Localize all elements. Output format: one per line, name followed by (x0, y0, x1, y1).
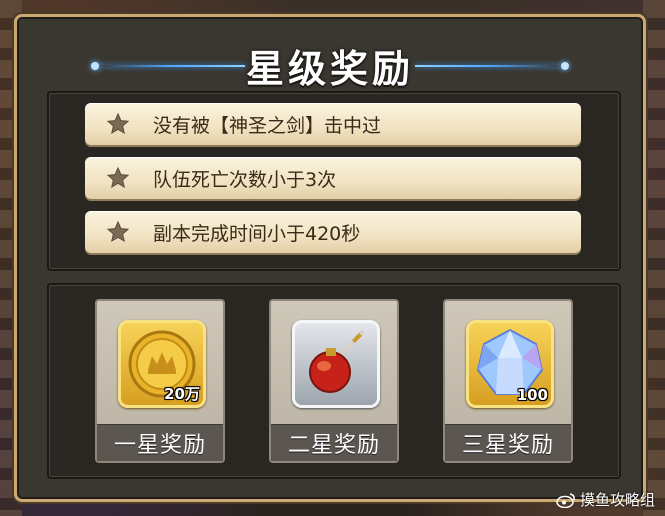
dialog-title: 星级奖励 (245, 46, 414, 91)
condition-row-1: 没有被【神圣之剑】击中过 (85, 103, 581, 145)
title-decor-line-right (415, 65, 565, 67)
reward-item-slot[interactable]: 20万 (118, 320, 206, 408)
condition-text: 队伍死亡次数小于3次 (153, 168, 337, 191)
reward-card-one-star[interactable]: 20万 一星奖励 (95, 299, 225, 463)
watermark: 摸鱼攻略组 (556, 489, 655, 510)
condition-text: 副本完成时间小于420秒 (153, 222, 361, 245)
reward-label: 一星奖励 (113, 433, 206, 458)
potion-flask-icon (309, 330, 364, 393)
condition-text: 没有被【神圣之剑】击中过 (153, 114, 382, 137)
reward-label-bar: 一星奖励 (97, 424, 223, 461)
watermark-text: 摸鱼攻略组 (579, 491, 655, 509)
condition-row-2: 队伍死亡次数小于3次 (85, 157, 581, 199)
reward-card-three-star[interactable]: 100 三星奖励 (443, 299, 573, 463)
reward-label: 三星奖励 (461, 433, 554, 458)
weibo-icon (556, 492, 575, 508)
reward-item-slot[interactable] (292, 320, 380, 408)
reward-label-bar: 三星奖励 (445, 424, 571, 461)
star-icon (105, 165, 131, 191)
condition-row-3: 副本完成时间小于420秒 (85, 211, 581, 253)
title-decor-line-left (91, 62, 245, 70)
reward-card-two-star[interactable]: 二星奖励 (269, 299, 399, 463)
star-icon (105, 111, 131, 137)
star-rewards-panel: 20万 一星奖励 二星奖励 100 三星奖励 (47, 283, 621, 479)
star-icon (105, 219, 131, 245)
reward-label-bar: 二星奖励 (271, 424, 397, 461)
reward-label: 二星奖励 (287, 433, 380, 458)
star-reward-dialog: 星级奖励 没有被【神圣之剑】击中过 队伍死亡次数小于3次 副本完成时间小于420… (14, 14, 646, 502)
dialog-header: 星级奖励 (17, 39, 643, 91)
reward-quantity: 100 (516, 386, 548, 404)
star-conditions-panel: 没有被【神圣之剑】击中过 队伍死亡次数小于3次 副本完成时间小于420秒 (47, 91, 621, 271)
reward-item-slot[interactable]: 100 (466, 320, 554, 408)
reward-quantity: 20万 (164, 385, 200, 403)
